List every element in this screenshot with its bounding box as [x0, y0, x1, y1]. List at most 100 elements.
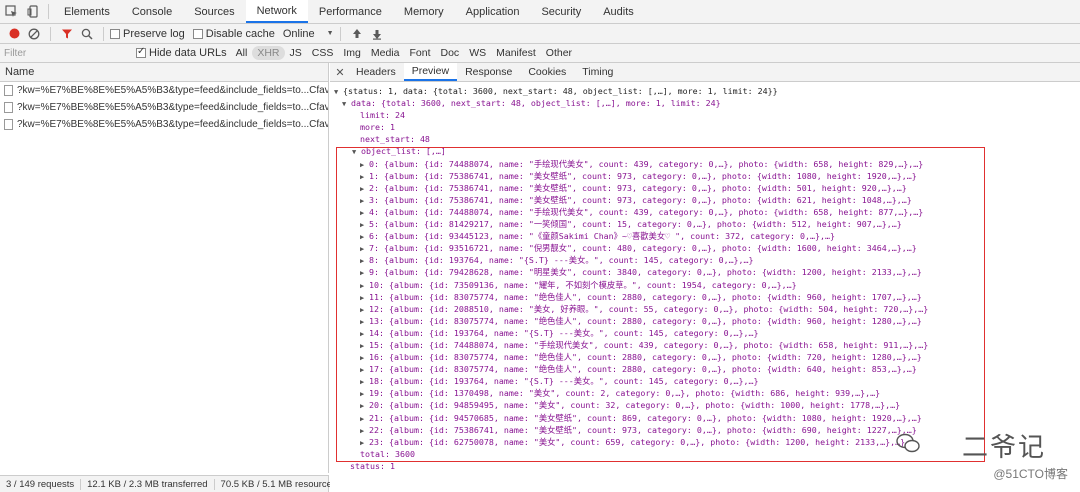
export-har-icon[interactable]	[367, 24, 387, 44]
filter-type-js[interactable]: JS	[285, 46, 307, 60]
json-text: 19: {album: {id: 1370498, name: "美女", co…	[369, 388, 881, 399]
json-list-item[interactable]: ▶ 9: {album: {id: 79428628, name: "明星美女",…	[330, 266, 1080, 278]
hide-data-urls-checkbox[interactable]: Hide data URLs	[136, 46, 227, 59]
filter-type-img[interactable]: Img	[338, 46, 366, 60]
transferred-size: 12.1 KB / 2.3 MB transferred	[81, 478, 215, 490]
tab-sources[interactable]: Sources	[183, 0, 245, 23]
filter-type-css[interactable]: CSS	[307, 46, 339, 60]
json-root-line[interactable]: ▼ {status: 1, data: {total: 3600, next_st…	[330, 85, 1080, 97]
json-text: 13: {album: {id: 83075774, name: "绝色佳人",…	[369, 315, 922, 326]
expanded-triangle-icon: ▼	[352, 148, 357, 157]
tab-response[interactable]: Response	[457, 63, 520, 81]
tab-headers[interactable]: Headers	[348, 63, 404, 81]
json-list-item[interactable]: ▶ 5: {album: {id: 81429217, name: "一笑倾国",…	[330, 218, 1080, 230]
document-icon	[4, 85, 13, 96]
json-list-item[interactable]: ▶ 20: {album: {id: 94859495, name: "美女", …	[330, 399, 1080, 411]
json-text: 2: {album: {id: 75386741, name: "美女壁纸", …	[369, 182, 907, 193]
json-text: 4: {album: {id: 74488074, name: "手绘现代美女"…	[369, 206, 924, 217]
device-toolbar-icon[interactable]	[22, 0, 44, 23]
filter-type-xhr[interactable]: XHR	[252, 46, 285, 60]
json-text: 6: {album: {id: 93445123, name: "《童颜Saki…	[369, 231, 835, 242]
filter-type-other[interactable]: Other	[541, 46, 577, 60]
throttling-select[interactable]: Online ▼	[283, 28, 334, 40]
json-list-item[interactable]: ▶ 16: {album: {id: 83075774, name: "绝色佳人"…	[330, 351, 1080, 363]
close-icon[interactable]: ✕	[332, 63, 348, 81]
clear-icon[interactable]	[24, 24, 44, 44]
json-list-item[interactable]: ▶ 4: {album: {id: 74488074, name: "手绘现代美女…	[330, 206, 1080, 218]
json-list-item[interactable]: ▶ 11: {album: {id: 83075774, name: "绝色佳人"…	[330, 291, 1080, 303]
request-count: 3 / 149 requests	[0, 478, 82, 490]
json-text: 0: {album: {id: 74488074, name: "手绘现代美女"…	[369, 158, 924, 169]
collapsed-triangle-icon: ▶	[360, 269, 365, 278]
json-list-item[interactable]: ▶ 6: {album: {id: 93445123, name: "《童颜Sak…	[330, 230, 1080, 242]
json-list-item[interactable]: ▶ 17: {album: {id: 83075774, name: "绝色佳人"…	[330, 363, 1080, 375]
json-list-item[interactable]: ▶ 3: {album: {id: 75386741, name: "美女壁纸",…	[330, 194, 1080, 206]
filter-type-font[interactable]: Font	[404, 46, 435, 60]
collapsed-triangle-icon: ▶	[360, 426, 365, 435]
json-text: data: {total: 3600, next_start: 48, obje…	[351, 98, 721, 109]
filter-type-doc[interactable]: Doc	[436, 46, 465, 60]
json-more-line: more: 1	[360, 122, 395, 133]
filter-type-manifest[interactable]: Manifest	[491, 46, 541, 60]
json-data-line[interactable]: ▼ data: {total: 3600, next_start: 48, obj…	[330, 97, 1080, 109]
tab-cookies[interactable]: Cookies	[520, 63, 574, 81]
tab-application[interactable]: Application	[455, 0, 531, 23]
disable-cache-checkbox[interactable]: Disable cache	[192, 27, 275, 40]
request-row[interactable]: ?kw=%E7%BE%8E%E5%A5%B3&type=feed&include…	[0, 99, 328, 116]
watermark-source: @51CTO博客	[993, 467, 1068, 481]
tab-security[interactable]: Security	[530, 0, 592, 23]
json-list-item[interactable]: ▶ 2: {album: {id: 75386741, name: "美女壁纸",…	[330, 182, 1080, 194]
json-list-item[interactable]: ▶ 19: {album: {id: 1370498, name: "美女", c…	[330, 387, 1080, 399]
collapsed-triangle-icon: ▶	[360, 438, 365, 447]
json-text: 12: {album: {id: 2088510, name: "美女, 好养眼…	[369, 303, 929, 314]
tab-timing[interactable]: Timing	[574, 63, 621, 81]
request-row[interactable]: ?kw=%E7%BE%8E%E5%A5%B3&type=feed&include…	[0, 82, 328, 99]
record-icon[interactable]	[4, 24, 24, 44]
tab-audits[interactable]: Audits	[592, 0, 645, 23]
json-list-item[interactable]: ▶ 15: {album: {id: 74488074, name: "手绘现代美…	[330, 339, 1080, 351]
collapsed-triangle-icon: ▶	[360, 305, 365, 314]
tab-performance[interactable]: Performance	[308, 0, 393, 23]
tab-memory[interactable]: Memory	[393, 0, 455, 23]
resources-size: 70.5 KB / 5.1 MB resources	[220, 478, 337, 490]
json-text: 14: {album: {id: 193764, name: "{S.T} --…	[369, 327, 759, 338]
request-row[interactable]: ?kw=%E7%BE%8E%E5%A5%B3&type=feed&include…	[0, 116, 328, 133]
json-list-item[interactable]: ▶ 13: {album: {id: 83075774, name: "绝色佳人"…	[330, 315, 1080, 327]
search-icon[interactable]	[77, 24, 97, 44]
collapsed-triangle-icon: ▶	[360, 172, 365, 181]
json-list-item[interactable]: ▶ 1: {album: {id: 75386741, name: "美女壁纸",…	[330, 170, 1080, 182]
network-status-bar: 3 / 149 requests 12.1 KB / 2.3 MB transf…	[0, 475, 337, 492]
import-har-icon[interactable]	[347, 24, 367, 44]
json-text: 9: {album: {id: 79428628, name: "明星美女", …	[369, 267, 922, 278]
filter-icon[interactable]	[57, 24, 77, 44]
tab-console[interactable]: Console	[121, 0, 183, 23]
json-list-item[interactable]: ▶ 14: {album: {id: 193764, name: "{S.T} -…	[330, 327, 1080, 339]
tab-preview[interactable]: Preview	[403, 63, 458, 81]
watermark: 二爷记 @51CTO博客	[896, 427, 1068, 487]
tab-elements[interactable]: Elements	[53, 0, 121, 23]
filter-type-all[interactable]: All	[231, 46, 253, 60]
tabbar-divider	[48, 4, 49, 19]
inspect-element-icon[interactable]	[0, 0, 22, 23]
json-list-item[interactable]: ▶ 8: {album: {id: 193764, name: "{S.T} --…	[330, 254, 1080, 266]
json-list-item[interactable]: ▶ 10: {album: {id: 73509136, name: "耀年, 不…	[330, 279, 1080, 291]
json-list-item[interactable]: ▶ 7: {album: {id: 93516721, name: "倪男靓女",…	[330, 242, 1080, 254]
tab-network[interactable]: Network	[245, 0, 308, 23]
disable-cache-label: Disable cache	[205, 27, 275, 40]
toolbar-divider	[103, 26, 104, 41]
filter-type-ws[interactable]: WS	[464, 46, 491, 60]
json-list-item[interactable]: ▶ 18: {album: {id: 193764, name: "{S.T} -…	[330, 375, 1080, 387]
json-list-item[interactable]: ▶ 12: {album: {id: 2088510, name: "美女, 好养…	[330, 303, 1080, 315]
preserve-log-checkbox[interactable]: Preserve log	[110, 28, 185, 40]
detail-tabbar: ✕ Headers Preview Response Cookies Timin…	[330, 63, 1080, 82]
json-list-item[interactable]: ▶ 21: {album: {id: 94570685, name: "美女壁纸"…	[330, 412, 1080, 424]
json-list-item[interactable]: ▶ 0: {album: {id: 74488074, name: "手绘现代美女…	[330, 158, 1080, 170]
filter-input[interactable]: Filter	[0, 44, 130, 62]
filter-type-media[interactable]: Media	[366, 46, 405, 60]
json-text: 8: {album: {id: 193764, name: "{S.T} ---…	[369, 255, 754, 266]
name-column-header[interactable]: Name	[0, 63, 328, 82]
json-text: 5: {album: {id: 81429217, name: "一笑倾国", …	[369, 219, 902, 230]
json-text: 1: {album: {id: 75386741, name: "美女壁纸", …	[369, 170, 917, 181]
json-text: 17: {album: {id: 83075774, name: "绝色佳人",…	[369, 364, 917, 375]
json-object-list-line[interactable]: ▼ object_list: [,…]	[330, 145, 1080, 157]
